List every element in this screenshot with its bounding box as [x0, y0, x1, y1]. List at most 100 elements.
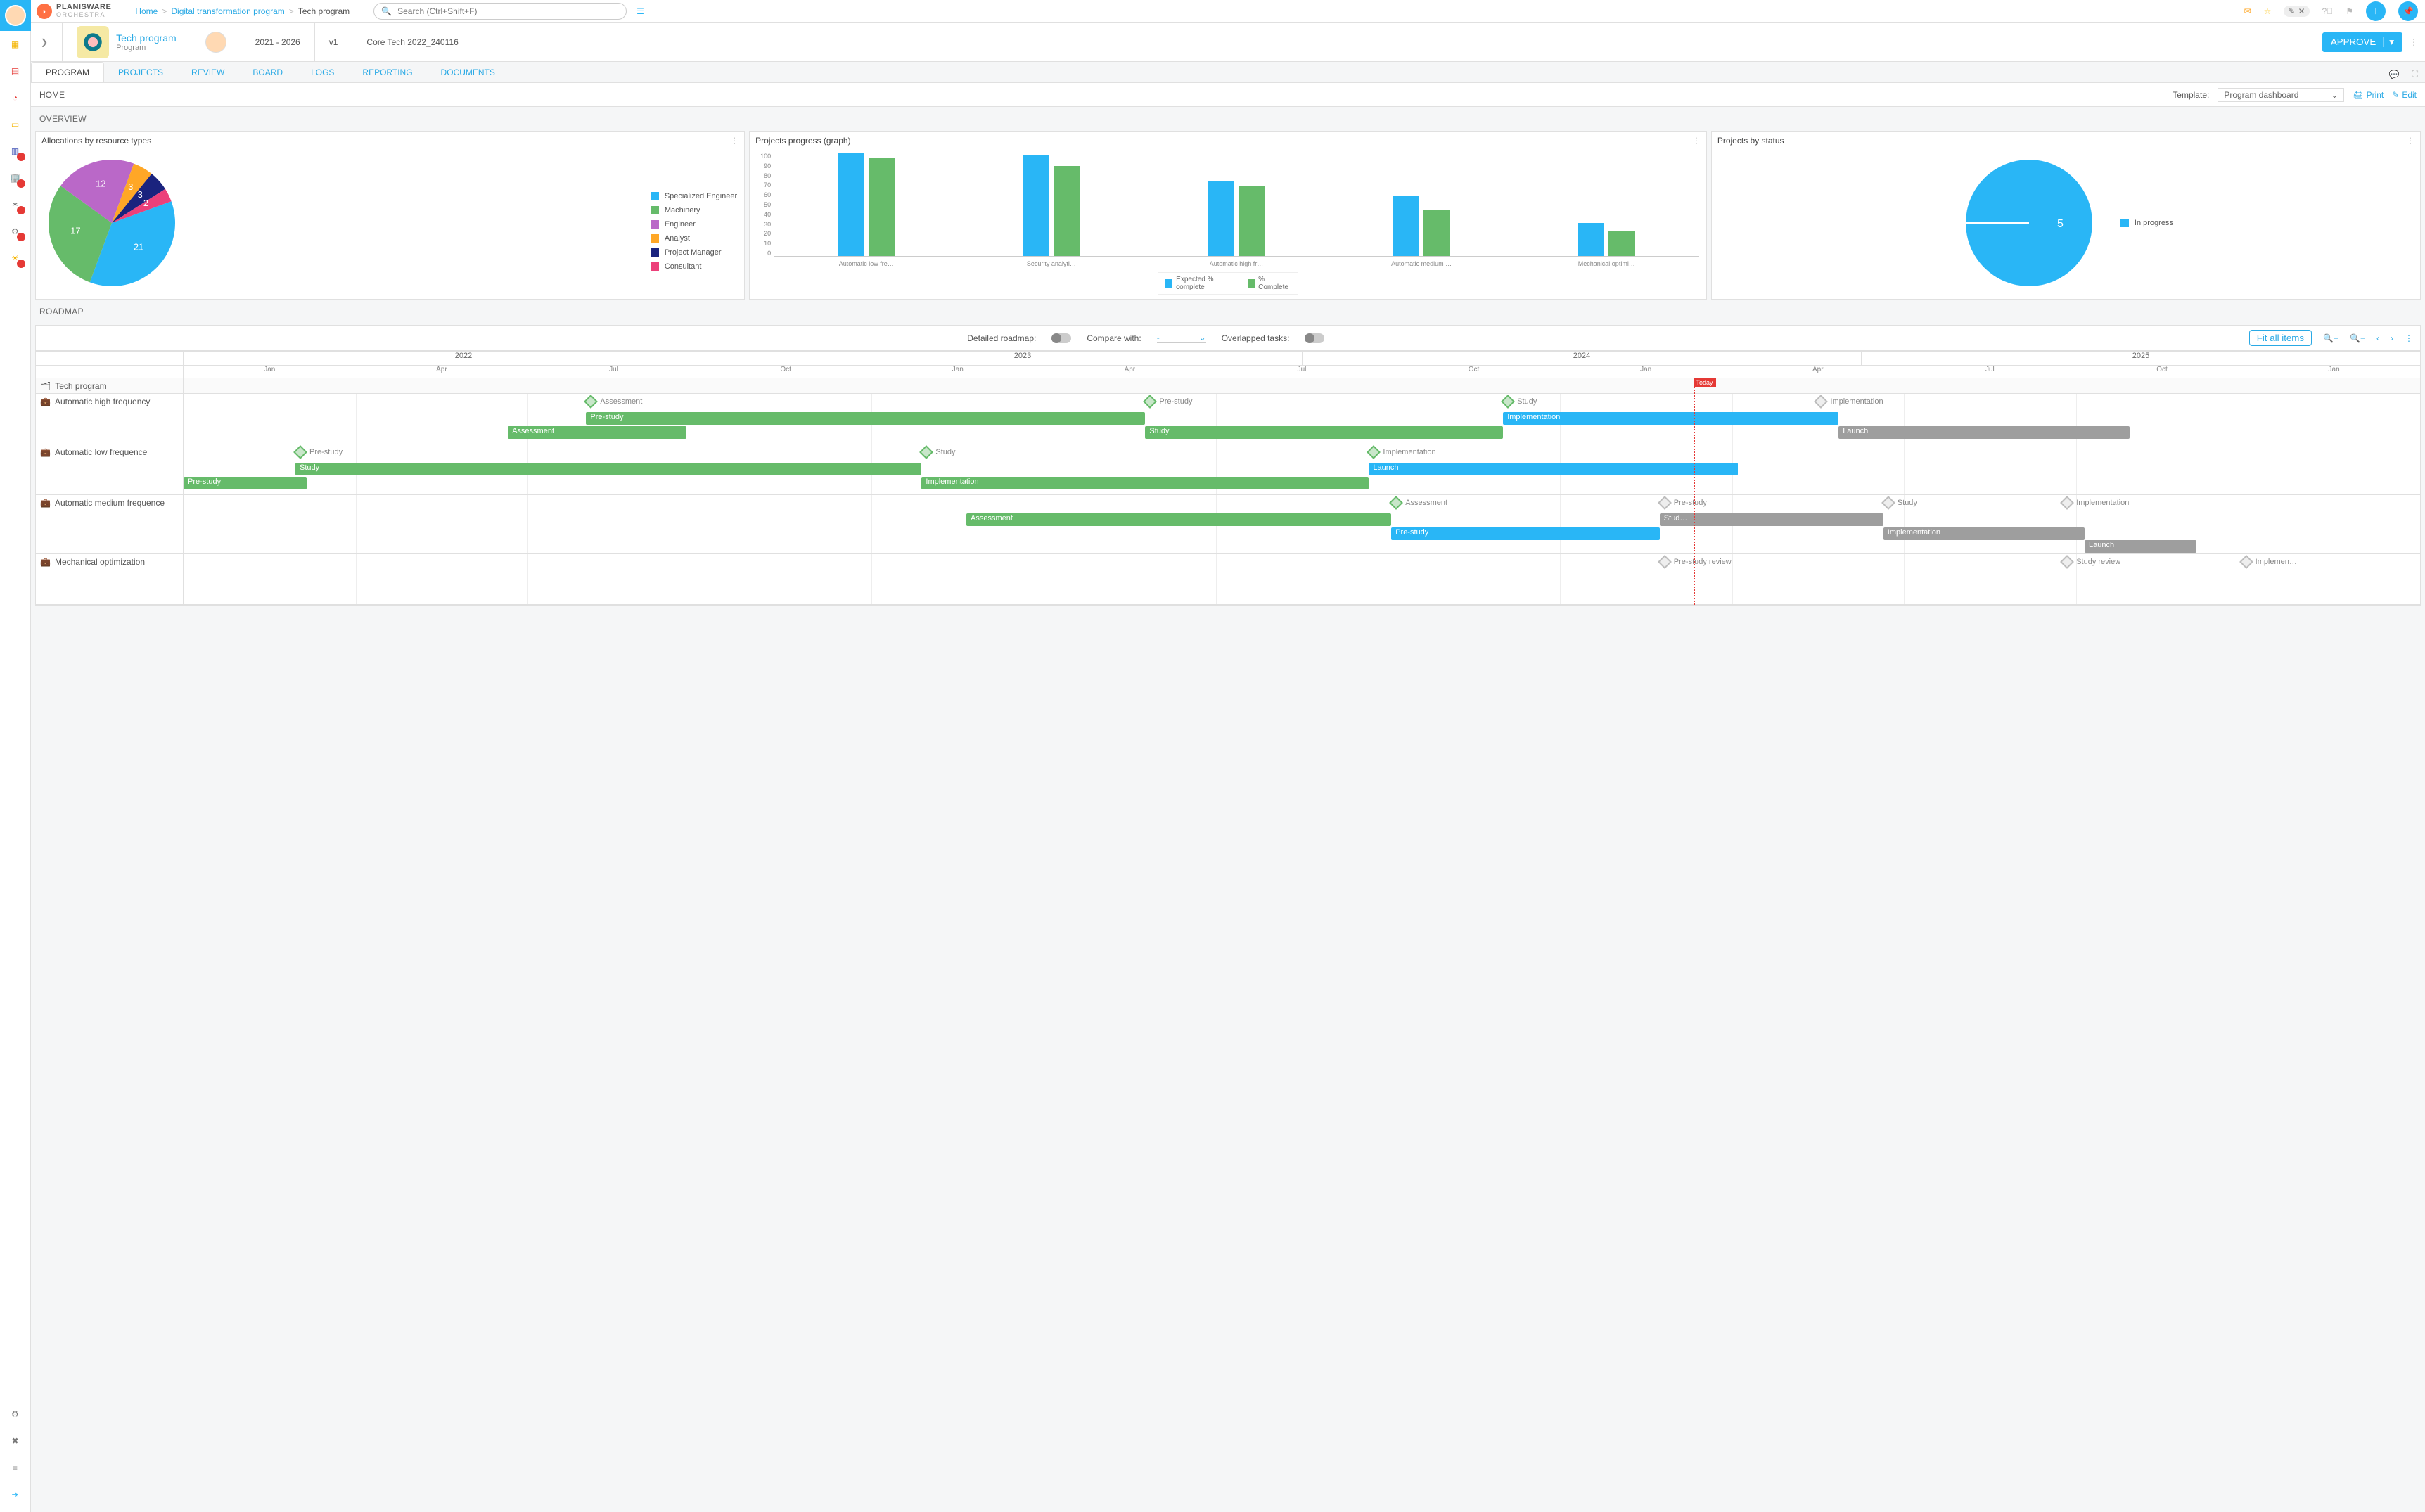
breadcrumb-sep: > — [162, 6, 167, 16]
gantt-row-label[interactable]: 💼 Automatic high frequency — [36, 394, 183, 444]
task-bar[interactable]: Assessment — [966, 513, 1391, 526]
ctx-period[interactable]: 2021 - 2026 — [241, 23, 315, 61]
user-avatar[interactable] — [0, 0, 31, 31]
org-icon[interactable]: ▥ — [8, 143, 23, 159]
diamond-icon — [1501, 395, 1515, 409]
gantt-group-label[interactable]: 🗂 Tech program — [36, 378, 183, 394]
milestone[interactable]: Implementation — [1369, 447, 1435, 457]
zoom-out-icon[interactable]: 🔍− — [2350, 333, 2365, 343]
content-scroll[interactable]: OVERVIEW Allocations by resource types ⋮… — [31, 107, 2425, 1512]
settings-icon[interactable]: ⚙ — [8, 1407, 23, 1422]
tab-documents[interactable]: DOCUMENTS — [427, 63, 509, 82]
gantt-timeline[interactable]: TodayAssessmentPre-studyStudyImplementat… — [184, 378, 2420, 605]
timesheet-icon[interactable]: ◔ — [8, 90, 23, 105]
requests-icon[interactable]: ▭ — [8, 117, 23, 132]
zoom-in-icon[interactable]: 🔍+ — [2323, 333, 2338, 343]
workflow-icon[interactable]: ✶ — [8, 197, 23, 212]
legend-item: Specialized Engineer — [651, 192, 737, 200]
portfolio-icon[interactable]: ▤ — [8, 63, 23, 79]
overlap-toggle[interactable] — [1305, 333, 1324, 343]
tab-program[interactable]: PROGRAM — [31, 62, 104, 82]
tab-reporting[interactable]: REPORTING — [348, 63, 426, 82]
breadcrumb-home[interactable]: Home — [135, 6, 158, 16]
milestone[interactable]: Study — [1883, 498, 1917, 508]
roadmap-more-icon[interactable]: ⋮ — [2405, 333, 2413, 343]
milestone[interactable]: Pre-study review — [1660, 557, 1732, 567]
milestone[interactable]: Implementation — [2062, 498, 2129, 508]
prev-icon[interactable]: ‹ — [2376, 333, 2379, 343]
milestone[interactable]: Assessment — [586, 397, 642, 406]
approve-button[interactable]: APPROVE▾ — [2322, 32, 2402, 52]
task-bar[interactable]: Implementation — [1883, 527, 2085, 540]
gantt-row-label[interactable]: 💼 Automatic low frequence — [36, 444, 183, 495]
milestone[interactable]: Study review — [2062, 557, 2120, 567]
pin-button[interactable]: 📌 — [2398, 1, 2418, 21]
sliders-icon[interactable]: ≡ — [8, 1460, 23, 1475]
fullscreen-icon[interactable]: ⛶ — [2412, 69, 2418, 79]
add-button[interactable]: ＋ — [2366, 1, 2386, 21]
tab-logs[interactable]: LOGS — [297, 63, 348, 82]
milestone[interactable]: Study — [1503, 397, 1537, 406]
template-select[interactable]: Program dashboard⌄ — [2218, 88, 2344, 102]
card-menu-icon[interactable]: ⋮ — [1692, 136, 1701, 146]
edit-button[interactable]: ✎Edit — [2392, 90, 2417, 100]
milestone[interactable]: Study — [921, 447, 955, 457]
task-bar[interactable]: Launch — [2085, 540, 2196, 553]
task-bar[interactable]: Pre-study — [1391, 527, 1660, 540]
card-menu-icon[interactable]: ⋮ — [730, 136, 738, 146]
task-bar[interactable]: Study — [295, 463, 921, 475]
task-bar[interactable]: Study — [1145, 426, 1503, 439]
search-box[interactable]: 🔍 — [373, 3, 627, 20]
task-bar[interactable]: Implementation — [921, 477, 1369, 489]
milestone[interactable]: Implementation — [1816, 397, 1883, 406]
dashboard-icon[interactable]: ▦ — [8, 37, 23, 52]
tab-board[interactable]: BOARD — [238, 63, 297, 82]
print-icon: 🖨 — [2353, 90, 2363, 100]
search-input[interactable] — [396, 6, 619, 17]
next-icon[interactable]: › — [2391, 333, 2393, 343]
compare-select[interactable]: -⌄ — [1157, 333, 1206, 343]
month-cell: Jan — [2248, 366, 2420, 378]
breadcrumb-program[interactable]: Digital transformation program — [171, 6, 284, 16]
milestone[interactable]: Pre-study — [1145, 397, 1192, 406]
logout-icon[interactable]: ⇥ — [8, 1487, 23, 1502]
task-bar[interactable]: Implementation — [1503, 412, 1838, 425]
milestone[interactable]: Assessment — [1391, 498, 1447, 508]
svg-text:17: 17 — [70, 226, 80, 236]
more-menu-icon[interactable]: ⋮ — [2410, 37, 2418, 47]
milestone[interactable]: Implemen… — [2241, 557, 2297, 567]
diamond-icon — [2060, 555, 2074, 569]
star-icon[interactable]: ☆ — [2264, 6, 2272, 16]
tools-icon[interactable]: ✖ — [8, 1433, 23, 1449]
edit-history-icon[interactable]: ✎ ✕ — [2284, 6, 2309, 17]
brand-logo[interactable]: ◗ PLANISWARE ORCHESTRA — [37, 4, 111, 19]
task-bar[interactable]: Launch — [1369, 463, 1738, 475]
building-icon[interactable]: 🏢 — [8, 170, 23, 186]
flag-icon[interactable]: ⚑ — [2346, 6, 2353, 16]
detailed-toggle[interactable] — [1051, 333, 1071, 343]
task-bar[interactable]: Assessment — [508, 426, 686, 439]
gantt-row-label[interactable]: 💼 Mechanical optimization — [36, 554, 183, 605]
task-bar[interactable]: Pre-study — [586, 412, 1145, 425]
milestone[interactable]: Pre-study — [295, 447, 343, 457]
mail-icon[interactable]: ✉ — [2244, 6, 2251, 16]
ctx-expand[interactable]: ❯ — [35, 23, 63, 61]
card-menu-icon[interactable]: ⋮ — [2406, 136, 2414, 146]
tab-review[interactable]: REVIEW — [177, 63, 238, 82]
gantt-row-label[interactable]: 💼 Automatic medium frequence — [36, 495, 183, 554]
tab-projects[interactable]: PROJECTS — [104, 63, 177, 82]
ctx-baseline[interactable]: Core Tech 2022_240116 — [352, 23, 472, 61]
ctx-owner[interactable] — [191, 23, 241, 61]
task-bar[interactable]: Pre-study — [184, 477, 307, 489]
program-title[interactable]: Tech program — [116, 32, 177, 44]
help-icon[interactable]: ?⃝ — [2322, 6, 2334, 16]
ctx-version[interactable]: v1 — [315, 23, 353, 61]
sun-icon[interactable]: ☀ — [8, 250, 23, 266]
print-button[interactable]: 🖨Print — [2353, 90, 2384, 100]
gear-small-icon[interactable]: ⚙ — [8, 224, 23, 239]
task-bar[interactable]: Launch — [1838, 426, 2129, 439]
comments-icon[interactable]: 💬 — [2389, 70, 2400, 79]
fit-all-button[interactable]: Fit all items — [2249, 330, 2312, 346]
milestone[interactable]: Pre-study — [1660, 498, 1707, 508]
filter-icon[interactable]: ☰ — [636, 6, 644, 16]
